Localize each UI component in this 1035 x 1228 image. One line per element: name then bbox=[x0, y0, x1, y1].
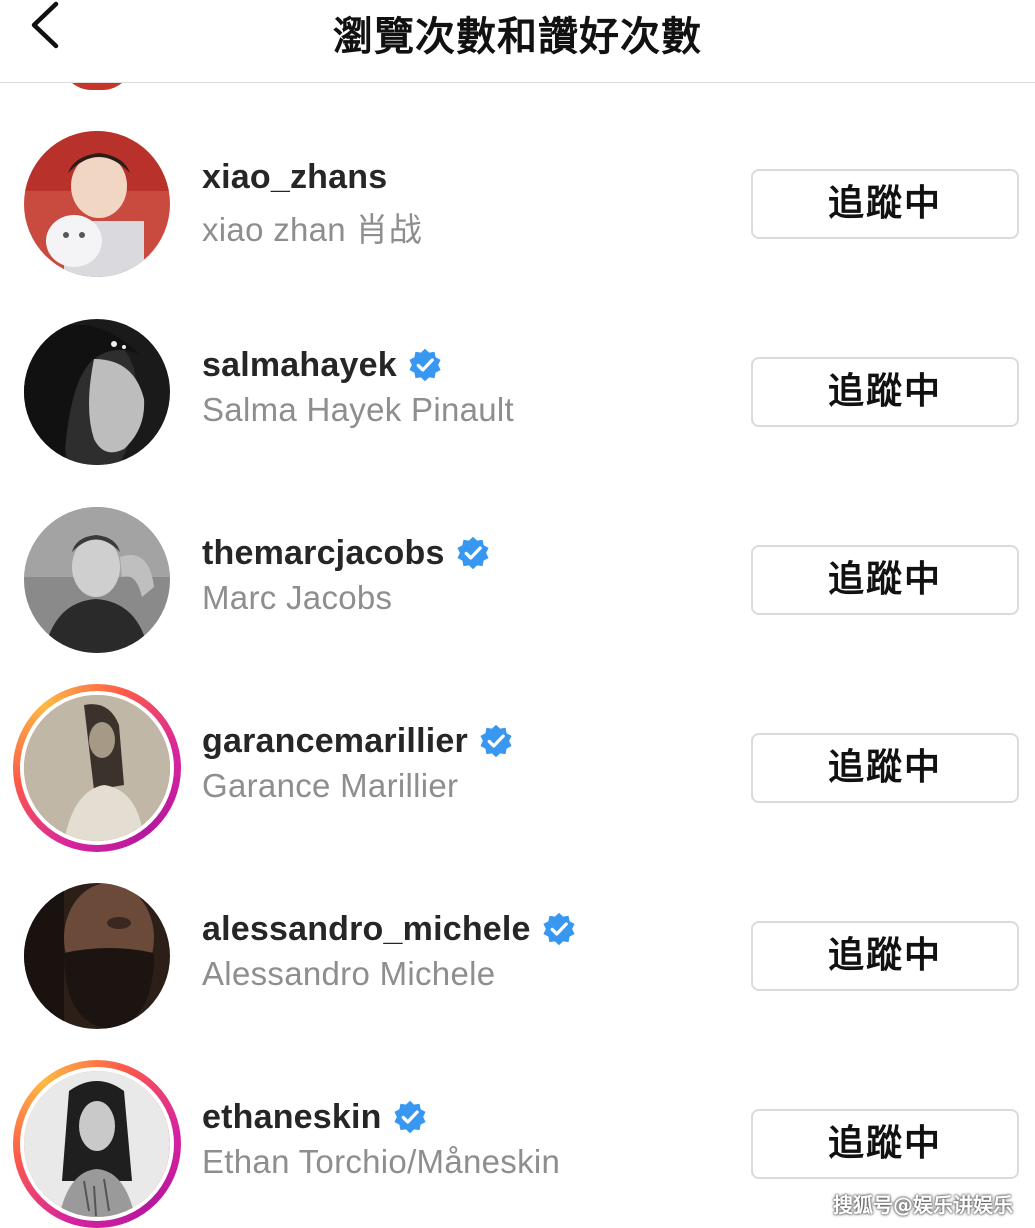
full-name: Salma Hayek Pinault bbox=[202, 391, 515, 428]
verified-badge-icon bbox=[480, 724, 512, 758]
avatar-with-story-ring[interactable] bbox=[13, 684, 181, 852]
following-button[interactable]: 追蹤中 bbox=[751, 733, 1019, 803]
username[interactable]: alessandro_michele bbox=[202, 910, 531, 949]
verified-badge-icon bbox=[394, 1100, 426, 1134]
following-button[interactable]: 追蹤中 bbox=[751, 357, 1019, 427]
avatar[interactable] bbox=[24, 507, 170, 653]
following-button[interactable]: 追蹤中 bbox=[751, 545, 1019, 615]
list-item[interactable]: alessandro_michele Alessandro Michele 追蹤… bbox=[0, 835, 1035, 1029]
avatar[interactable] bbox=[24, 319, 170, 465]
username[interactable]: xiao_zhans bbox=[202, 158, 387, 197]
avatar-with-story-ring[interactable] bbox=[13, 1060, 181, 1228]
full-name: xiao zhan 肖战 bbox=[202, 211, 423, 248]
username[interactable]: themarcjacobs bbox=[202, 534, 445, 573]
following-button[interactable]: 追蹤中 bbox=[751, 169, 1019, 239]
top-nav-bar: 瀏覽次數和讚好次數 bbox=[0, 0, 1035, 83]
avatar[interactable] bbox=[24, 883, 170, 1029]
list-item[interactable]: themarcjacobs Marc Jacobs 追蹤中 bbox=[0, 459, 1035, 653]
verified-badge-icon bbox=[409, 348, 441, 382]
following-button[interactable]: 追蹤中 bbox=[751, 1109, 1019, 1179]
verified-badge-icon bbox=[543, 912, 575, 946]
username[interactable]: ethaneskin bbox=[202, 1098, 382, 1137]
verified-badge-icon bbox=[457, 536, 489, 570]
full-name: Marc Jacobs bbox=[202, 579, 393, 616]
following-button[interactable]: 追蹤中 bbox=[751, 921, 1019, 991]
list-item[interactable]: ethaneskin Ethan Torchio/Måneskin 追蹤中 bbox=[0, 1023, 1035, 1228]
list-item[interactable]: salmahayek Salma Hayek Pinault 追蹤中 bbox=[0, 271, 1035, 465]
watermark: 搜狐号@娱乐讲娱乐 bbox=[833, 1193, 1013, 1217]
full-name: Garance Marillier bbox=[202, 767, 459, 804]
list-item[interactable]: xiao_zhans xiao zhan 肖战 追蹤中 bbox=[0, 83, 1035, 277]
full-name: Alessandro Michele bbox=[202, 955, 496, 992]
username[interactable]: salmahayek bbox=[202, 346, 397, 385]
full-name: Ethan Torchio/Måneskin bbox=[202, 1143, 561, 1180]
avatar[interactable] bbox=[24, 131, 170, 277]
list-item[interactable]: garancemarillier Garance Marillier 追蹤中 bbox=[0, 647, 1035, 852]
username[interactable]: garancemarillier bbox=[202, 722, 468, 761]
page-title: 瀏覽次數和讚好次數 bbox=[333, 14, 702, 60]
